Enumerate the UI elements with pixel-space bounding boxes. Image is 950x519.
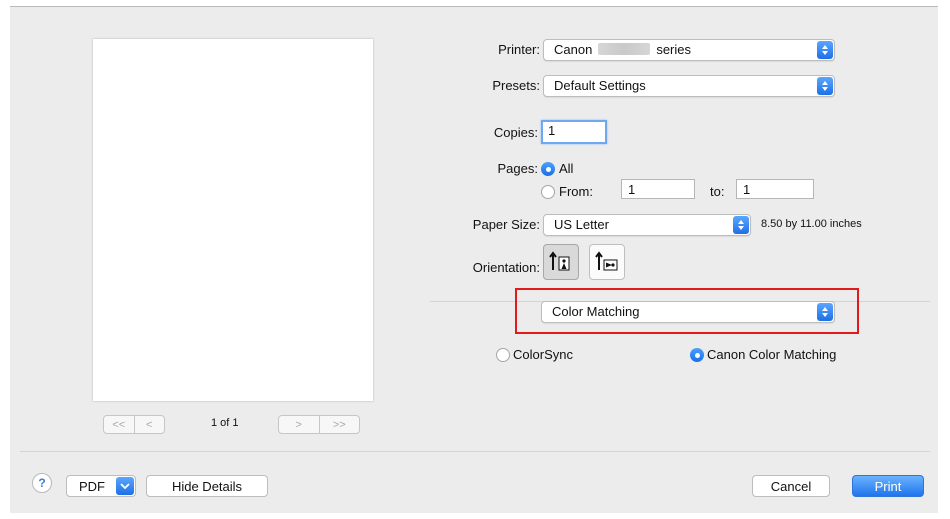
section-popup[interactable]: Color Matching [541, 301, 835, 323]
pdf-menu-button[interactable]: PDF [66, 475, 136, 497]
chevron-down-icon [116, 477, 134, 495]
printer-label: Printer: [498, 42, 540, 57]
footer-separator [20, 451, 930, 452]
pages-all-label: All [559, 161, 574, 176]
last-page-button[interactable]: >> [318, 416, 360, 433]
presets-label: Presets: [492, 78, 540, 93]
pages-label: Pages: [497, 161, 538, 176]
copies-label: Copies: [493, 125, 538, 140]
pager-back-group: << < [103, 415, 165, 434]
colorsync-label: ColorSync [513, 347, 573, 362]
pages-to-field[interactable]: 1 [736, 179, 814, 199]
paper-size-popup-arrows-icon [733, 216, 749, 234]
hide-details-button[interactable]: Hide Details [146, 475, 268, 497]
pdf-label: PDF [79, 478, 105, 494]
pages-all-radio[interactable] [541, 162, 555, 176]
landscape-orientation-icon [595, 251, 618, 271]
printer-name-prefix: Canon [554, 42, 593, 57]
pages-from-field[interactable]: 1 [621, 179, 695, 199]
copies-field[interactable]: 1 [541, 120, 607, 144]
section-popup-value: Color Matching [552, 304, 640, 319]
landscape-orientation-button[interactable] [589, 244, 625, 280]
print-dialog: << < 1 of 1 > >> Printer: Canon series Pr… [10, 6, 938, 513]
cancel-button[interactable]: Cancel [752, 475, 830, 497]
printer-popup[interactable]: Canon series [543, 39, 835, 61]
pages-from-label: From: [559, 184, 593, 199]
paper-size-value: US Letter [554, 217, 609, 232]
orientation-label: Orientation: [472, 260, 540, 275]
pages-to-label: to: [710, 184, 725, 199]
colorsync-radio[interactable] [496, 348, 510, 362]
first-page-button[interactable]: << [104, 416, 134, 433]
portrait-orientation-button[interactable] [543, 244, 579, 280]
redacted-model-name [598, 43, 651, 55]
page-preview [93, 39, 373, 401]
presets-value: Default Settings [554, 78, 646, 93]
pages-from-radio[interactable] [541, 185, 555, 199]
presets-popup[interactable]: Default Settings [543, 75, 835, 97]
canon-color-matching-radio[interactable] [690, 348, 704, 362]
help-button[interactable]: ? [32, 473, 52, 493]
next-page-button[interactable]: > [279, 416, 319, 433]
paper-size-popup[interactable]: US Letter [543, 214, 751, 236]
presets-popup-arrows-icon [817, 77, 833, 95]
paper-size-label: Paper Size: [472, 217, 540, 232]
pager-forward-group: > >> [278, 415, 360, 434]
print-button[interactable]: Print [852, 475, 924, 497]
previous-page-button[interactable]: < [133, 416, 165, 433]
canon-color-matching-label: Canon Color Matching [707, 347, 837, 362]
printer-name-suffix: series [656, 42, 691, 57]
paper-dimensions: 8.50 by 11.00 inches [761, 218, 862, 230]
portrait-orientation-icon [549, 251, 570, 271]
printer-popup-arrows-icon [817, 41, 833, 59]
page-indicator: 1 of 1 [211, 417, 239, 429]
section-popup-arrows-icon [817, 303, 833, 321]
